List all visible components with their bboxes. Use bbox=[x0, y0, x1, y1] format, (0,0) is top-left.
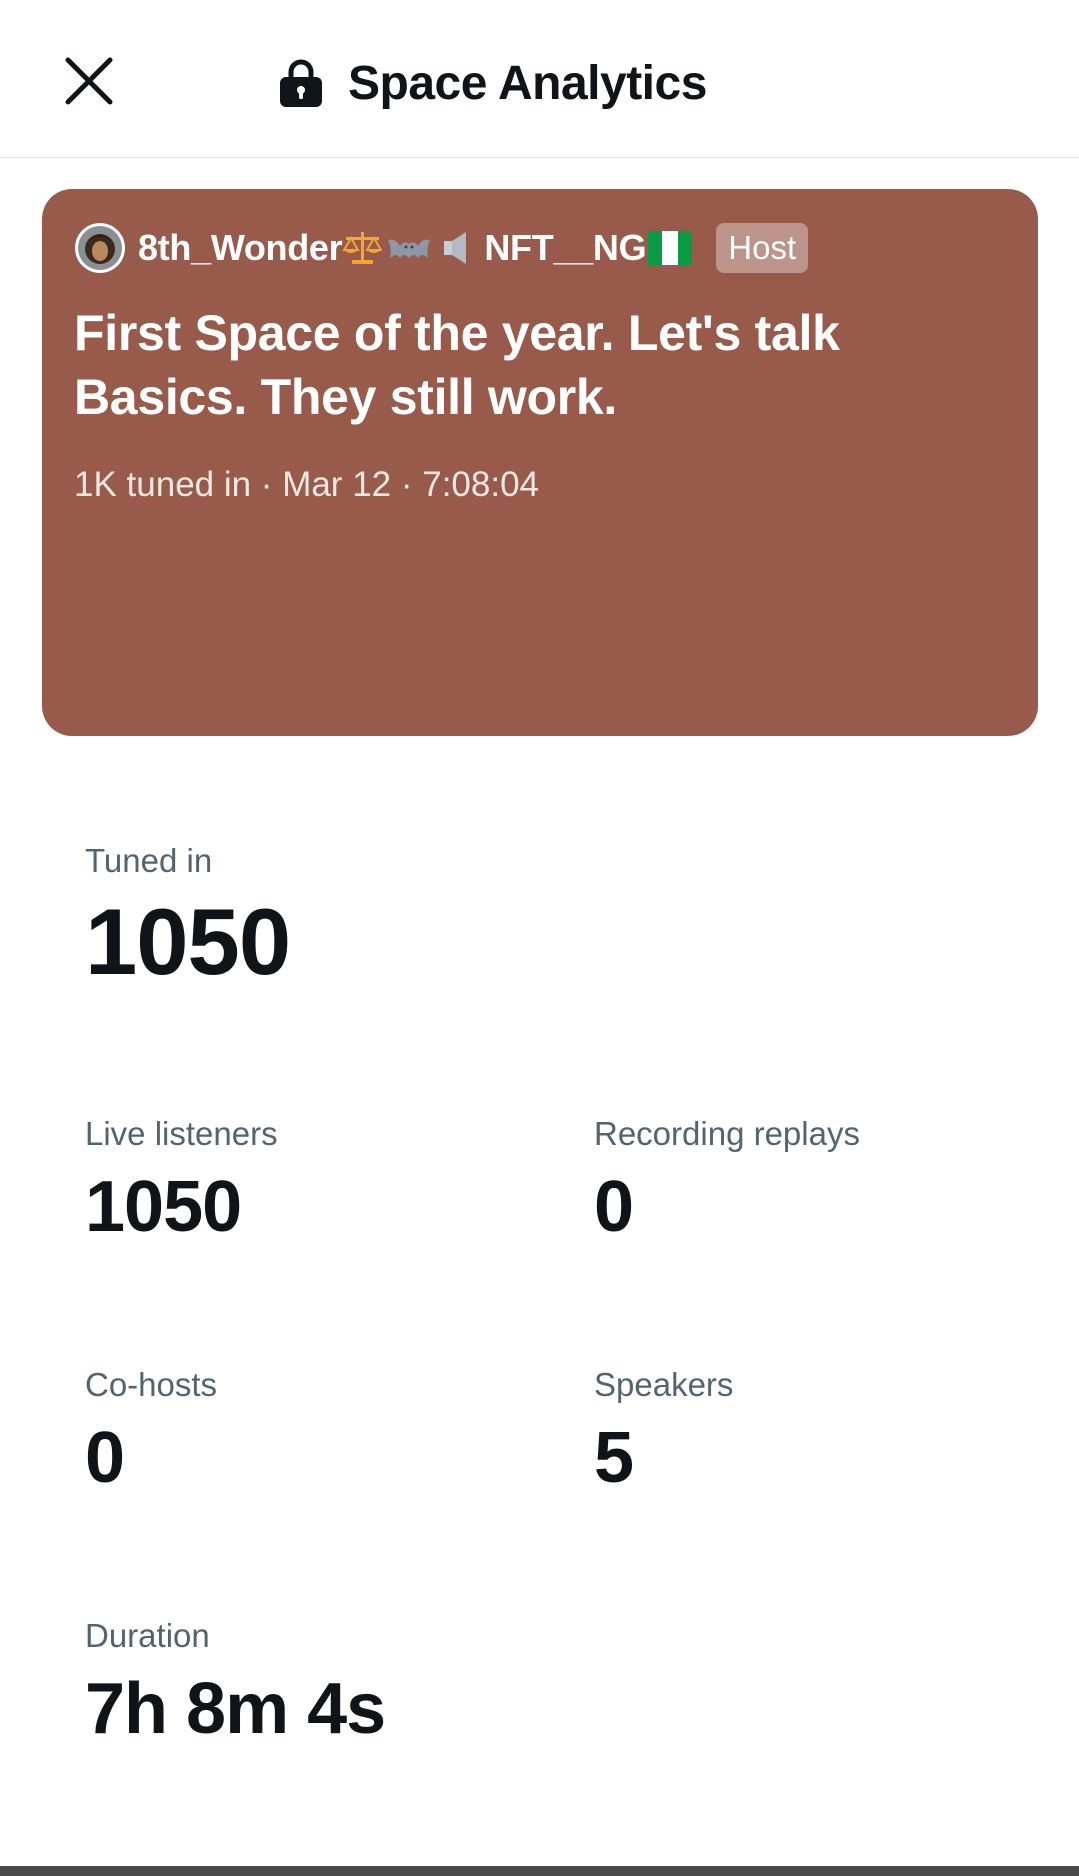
stat-tuned-in: Tuned in 1050 bbox=[85, 842, 291, 994]
stat-label: Recording replays bbox=[594, 1115, 860, 1152]
stat-live-listeners: Live listeners 1050 bbox=[85, 1115, 278, 1247]
bat-emoji-icon bbox=[388, 239, 431, 258]
top-bar: Space Analytics bbox=[0, 0, 1079, 158]
stat-value: 1050 bbox=[85, 1167, 242, 1247]
space-meta: 1K tuned in · Mar 12 · 7:08:04 bbox=[74, 465, 539, 504]
stat-value: 5 bbox=[594, 1418, 634, 1498]
page-title: Space Analytics bbox=[348, 56, 707, 110]
lock-icon bbox=[280, 59, 322, 107]
space-title: First Space of the year. Let's talk Basi… bbox=[74, 305, 840, 425]
bottom-edge bbox=[0, 1866, 1079, 1876]
stat-speakers: Speakers 5 bbox=[594, 1366, 733, 1498]
close-button[interactable] bbox=[58, 50, 120, 112]
speaker-emoji-icon bbox=[444, 232, 467, 264]
stat-value: 1050 bbox=[85, 889, 291, 994]
stat-label: Speakers bbox=[594, 1366, 734, 1403]
title-group: Space Analytics bbox=[278, 50, 707, 116]
stat-value: 0 bbox=[85, 1418, 125, 1498]
host-row: 8th_Wonder NFT__NG Host bbox=[74, 221, 809, 275]
stat-co-hosts: Co-hosts 0 bbox=[85, 1366, 217, 1498]
host-avatar[interactable] bbox=[74, 222, 126, 274]
host-badge: Host bbox=[716, 223, 809, 273]
nigeria-flag-icon bbox=[648, 231, 693, 265]
stat-recording-replays: Recording replays 0 bbox=[594, 1115, 860, 1247]
stat-label: Co-hosts bbox=[85, 1366, 218, 1403]
stat-label: Live listeners bbox=[85, 1115, 278, 1152]
close-icon bbox=[65, 57, 113, 105]
stat-label: Duration bbox=[85, 1617, 210, 1654]
stat-value: 0 bbox=[594, 1167, 634, 1247]
stat-label: Tuned in bbox=[85, 842, 213, 879]
space-card[interactable]: 8th_Wonder NFT__NG Host First Space of t… bbox=[42, 189, 1038, 736]
stat-value: 7h 8m 4s bbox=[85, 1669, 386, 1749]
host-name-suffix: NFT__NG bbox=[484, 227, 647, 268]
host-name[interactable]: 8th_Wonder bbox=[138, 227, 343, 269]
stat-duration: Duration 7h 8m 4s bbox=[85, 1617, 386, 1749]
scales-emoji-icon bbox=[342, 232, 383, 264]
